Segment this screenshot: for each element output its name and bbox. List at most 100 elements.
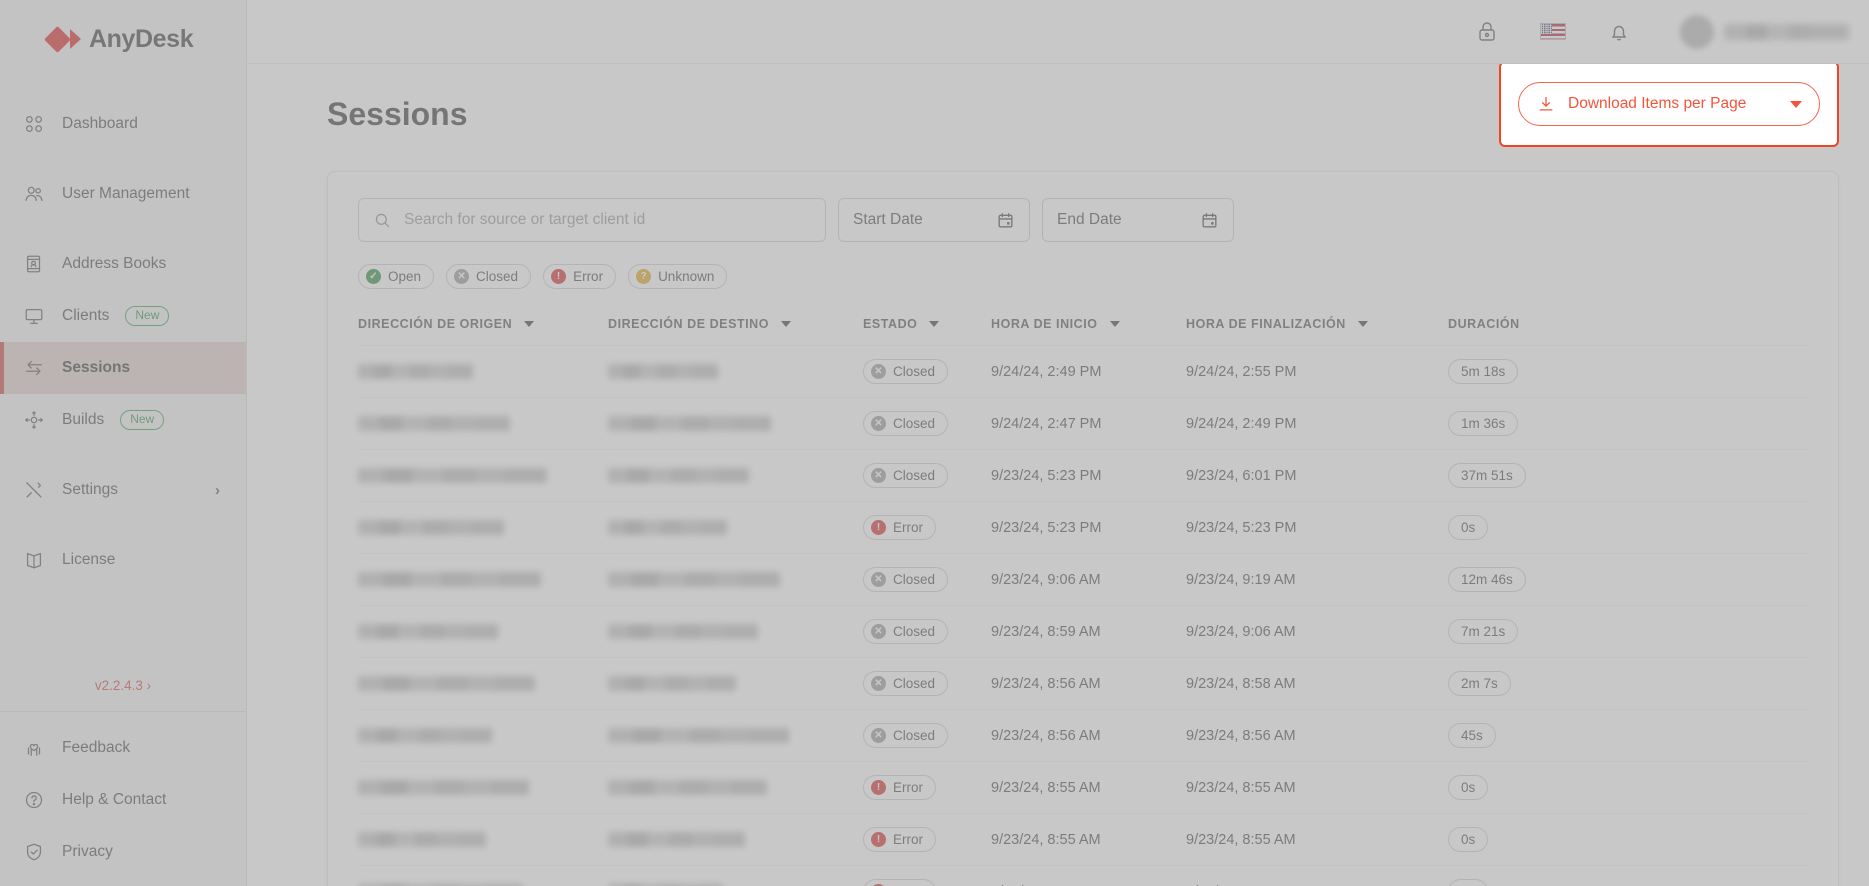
sidebar-item-label: Help & Contact (62, 791, 167, 808)
table-row[interactable]: ✕ Closed 9/23/24, 8:59 AM 9/23/24, 9:06 AM 7… (358, 605, 1808, 658)
status-chip-label: Unknown (658, 269, 715, 284)
sidebar-item-license[interactable]: License (0, 534, 246, 586)
column-header-1[interactable]: DIRECCIÓN DE ORIGEN (358, 307, 608, 346)
cell-end-time: 9/23/24, 6:01 PM (1186, 467, 1297, 484)
table-row[interactable]: !Error9/23/24, 8:55 AM9/23/24, 8:55 AM0s (358, 761, 1808, 814)
cell-status: ✕ Closed (863, 346, 991, 398)
end-date-field[interactable]: End Date (1042, 198, 1234, 242)
sidebar-item-sessions[interactable]: Sessions (0, 342, 246, 394)
cell-target (608, 866, 863, 886)
cell-duration: 1m 36s (1448, 398, 1808, 450)
sidebar-item-user-management[interactable]: User Management (0, 168, 246, 220)
cell-source (358, 866, 608, 886)
column-header-4[interactable]: HORA DE INICIO (991, 307, 1186, 346)
chevron-right-icon[interactable]: › (215, 482, 220, 499)
cell-end-time: 9/24/24, 2:55 PM (1186, 363, 1297, 380)
sort-caret-icon[interactable] (1357, 321, 1368, 327)
brand-logo[interactable]: AnyDesk (0, 0, 246, 78)
cell-start-time: 9/23/24, 8:55 AM (991, 866, 1186, 886)
download-icon (1539, 96, 1553, 111)
sidebar-item-dashboard[interactable]: Dashboard (0, 98, 246, 150)
status-badge-label: Closed (893, 728, 936, 743)
table-row[interactable]: ✕ Closed 9/23/24, 9:06 AM 9/23/24, 9:19 AM 1… (358, 553, 1808, 606)
sort-caret-icon[interactable] (781, 321, 792, 327)
status-dot-icon: ✓ (366, 269, 381, 284)
us-flag-icon[interactable] (1540, 23, 1566, 40)
sidebar-version[interactable]: v2.2.4.3 › (0, 678, 246, 711)
cell-duration: 7m 21s (1448, 606, 1808, 658)
table-row[interactable]: ✕ Closed 9/23/24, 8:56 AM 9/23/24, 8:58 AM 2… (358, 657, 1808, 710)
sidebar-item-label: User Management (62, 185, 190, 202)
license-book-icon (22, 548, 46, 572)
status-chip-label: Error (573, 269, 604, 284)
status-badge: ! Error (863, 775, 936, 800)
table-row[interactable]: ✕ Closed 9/24/24, 2:47 PM 9/24/24, 2:49 PM 1… (358, 397, 1808, 450)
column-header-2[interactable]: DIRECCIÓN DE DESTINO (608, 307, 863, 346)
anydesk-diamond-logo-icon (44, 25, 81, 53)
table-body: ✕ Closed 9/24/24, 2:49 PM 9/24/24, 2:55 PM 5… (358, 345, 1808, 886)
table-row[interactable]: ✕ Closed 9/23/24, 8:56 AM 9/23/24, 8:56 AM 4… (358, 709, 1808, 762)
status-dot-icon: ! (871, 832, 886, 847)
column-header-3[interactable]: ESTADO (863, 307, 991, 346)
feedback-heart-hands-icon (22, 736, 46, 760)
duration-badge: 0s (1448, 827, 1489, 852)
table-row[interactable]: ✕ Closed 9/23/24, 5:23 PM 9/23/24, 6:01 PM 3… (358, 449, 1808, 502)
status-chip-closed[interactable]: ✕ Closed (446, 264, 532, 289)
sidebar-item-settings[interactable]: Settings › (0, 464, 246, 516)
bell-icon[interactable] (1606, 19, 1632, 45)
cell-start-time: 9/23/24, 5:23 PM (991, 519, 1102, 536)
sort-caret-icon[interactable] (524, 321, 535, 327)
search-input[interactable] (404, 211, 811, 229)
search-input-wrapper[interactable] (358, 198, 826, 242)
status-chip-unknown[interactable]: ? Unknown (628, 264, 728, 289)
cell-duration: 0s (1448, 866, 1808, 886)
status-dot-icon: ✕ (871, 624, 886, 639)
sidebar-nav: Dashboard User Management Address Books Cli… (0, 98, 246, 586)
sidebar-item-address-books[interactable]: Address Books (0, 238, 246, 290)
sidebar-item-clients[interactable]: Clients New (0, 290, 246, 342)
status-badge: ✕ Closed (863, 567, 949, 592)
status-chip-error[interactable]: ! Error (543, 264, 617, 289)
table-row[interactable]: !Error9/23/24, 8:55 AM9/23/24, 8:55 AM0s (358, 865, 1808, 886)
cell-source (358, 450, 608, 502)
sidebar-item-label: License (62, 551, 116, 568)
status-badge: ✕ Closed (863, 411, 949, 436)
download-items-per-page-button[interactable]: Download Items per Page (1518, 82, 1820, 126)
avatar (1680, 14, 1714, 49)
topbar (247, 0, 1869, 64)
column-header-6: DURACIÓN (1448, 307, 1808, 346)
sidebar-item-label: Builds (62, 411, 105, 428)
status-dot-icon: ✕ (871, 728, 886, 743)
cell-end-time: 9/23/24, 8:56 AM (1186, 727, 1296, 744)
table-row[interactable]: !Error9/23/24, 8:55 AM9/23/24, 8:55 AM0s (358, 813, 1808, 866)
sidebar-item-privacy[interactable]: Privacy (0, 826, 246, 878)
sidebar-item-builds[interactable]: Builds New (0, 394, 246, 446)
cell-status: ✕ Closed (863, 606, 991, 658)
sort-caret-icon[interactable] (1109, 321, 1120, 327)
status-badge-label: Closed (893, 416, 936, 431)
status-badge-label: Closed (893, 572, 936, 587)
sidebar-item-feedback[interactable]: Feedback (0, 722, 246, 774)
start-date-field[interactable]: Start Date (838, 198, 1030, 242)
cell-duration: 0s (1448, 502, 1808, 554)
table-row[interactable]: ✕ Closed 9/24/24, 2:49 PM 9/24/24, 2:55 PM 5… (358, 345, 1808, 398)
table-header: DIRECCIÓN DE ORIGEN DIRECCIÓN DE DESTINO E… (358, 307, 1808, 346)
column-header-label: HORA DE FINALIZACIÓN (1186, 317, 1346, 331)
status-chip-open[interactable]: ✓ Open (358, 264, 435, 289)
sidebar-item-label: Dashboard (62, 115, 138, 132)
builds-node-icon (22, 408, 46, 432)
column-header-5[interactable]: HORA DE FINALIZACIÓN (1186, 307, 1448, 346)
cell-status: ✕ Closed (863, 450, 991, 502)
status-badge: ✕ Closed (863, 671, 949, 696)
chevron-down-icon[interactable] (1790, 100, 1802, 108)
lock-icon[interactable] (1474, 19, 1500, 45)
sidebar-item-help-contact[interactable]: Help & Contact (0, 774, 246, 826)
column-header-label: ESTADO (863, 317, 918, 331)
sort-caret-icon[interactable] (929, 321, 940, 327)
cell-status: ✕ Closed (863, 658, 991, 710)
user-profile[interactable] (1680, 14, 1849, 49)
sidebar-item-label: Clients (62, 307, 110, 324)
cell-end-time: 9/23/24, 8:58 AM (1186, 675, 1296, 692)
table-row[interactable]: ! Error 9/23/24, 5:23 PM 9/23/24, 5:23 PM 0s (358, 501, 1808, 554)
tools-icon (22, 478, 46, 502)
